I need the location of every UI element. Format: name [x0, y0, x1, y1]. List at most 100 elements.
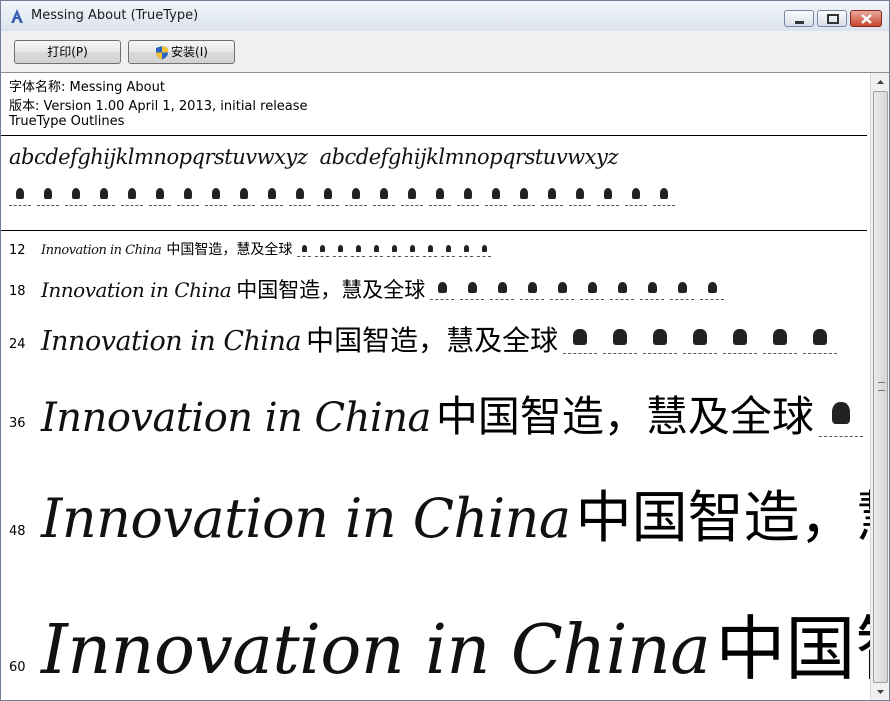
glyph-image: [569, 185, 591, 206]
glyph-image: [653, 185, 675, 206]
sample-size-18: Innovation in China 中国智造，慧及全球: [41, 274, 730, 304]
sample-size-48: Innovation in China 中国智造，慧及全球: [41, 473, 870, 554]
glyph-image: [205, 185, 227, 206]
glyph-image: [723, 325, 758, 354]
glyph-image: [563, 325, 598, 354]
minimize-button[interactable]: [784, 10, 814, 27]
alphabet-lowercase: abcdefghijklmnopqrstuvwxyz: [9, 145, 308, 169]
glyph-image: [369, 243, 384, 257]
window-title: Messing About (TrueType): [31, 8, 199, 23]
scroll-down-button[interactable]: [872, 683, 889, 700]
sample-latin: Innovation in China: [41, 278, 232, 302]
glyph-image: [803, 325, 838, 354]
size-label-18: 18: [9, 284, 26, 299]
install-button-label: 安装(I): [171, 45, 208, 59]
size-label-60: 60: [9, 660, 26, 675]
glyph-image: [819, 396, 864, 437]
glyph-image: [541, 185, 563, 206]
print-button-label: 打印(P): [47, 45, 88, 59]
glyph-image: [9, 185, 31, 206]
glyph-image: [37, 185, 59, 206]
glyph-image: [297, 243, 312, 257]
glyph-image: [177, 185, 199, 206]
sample-latin: Innovation in China: [41, 243, 162, 258]
glyph-image: [513, 185, 535, 206]
glyph-row: [819, 402, 869, 441]
print-button[interactable]: 打印(P): [14, 40, 121, 64]
glyph-row: [297, 242, 495, 261]
sample-size-36: Innovation in China 中国智造，慧及全球: [41, 383, 869, 444]
glyph-image: [520, 279, 545, 300]
glyph-image: [485, 185, 507, 206]
app-font-icon: [11, 9, 23, 23]
glyph-image: [121, 185, 143, 206]
glyph-image: [261, 185, 283, 206]
glyph-image: [490, 279, 515, 300]
size-label-24: 24: [9, 337, 26, 352]
sample-latin: Innovation in China: [41, 611, 711, 690]
glyph-image: [65, 185, 87, 206]
sample-cjk: 中国智造，慧及全球: [575, 486, 870, 551]
glyph-image: [550, 279, 575, 300]
alphabet-uppercase: abcdefghijklmnopqrstuvwxyz: [319, 145, 619, 169]
sample-cjk: 中国智造，慧及全球: [435, 392, 814, 441]
glyph-image: [597, 185, 619, 206]
glyph-image: [625, 185, 647, 206]
glyph-image: [429, 185, 451, 206]
font-outline-type: TrueType Outlines: [9, 114, 125, 129]
sample-cjk: 中国智造，慧及全球: [715, 608, 870, 690]
sample-latin: Innovation in China: [41, 395, 431, 441]
sample-cjk: 中国智造，慧及全球: [306, 324, 559, 357]
glyph-image: [333, 243, 348, 257]
toolbar: 打印(P) 安装(I): [1, 31, 889, 73]
glyph-image: [441, 243, 456, 257]
font-name: 字体名称: Messing About: [9, 80, 165, 95]
glyph-image: [233, 185, 255, 206]
glyph-image: [387, 243, 402, 257]
title-bar[interactable]: Messing About (TrueType): [1, 1, 889, 32]
sample-latin: Innovation in China: [41, 326, 302, 357]
glyph-image: [683, 325, 718, 354]
glyph-image: [351, 243, 366, 257]
close-button[interactable]: [850, 10, 882, 27]
scroll-down-icon: [877, 690, 884, 694]
glyph-image: [580, 279, 605, 300]
glyph-image: [317, 185, 339, 206]
scroll-up-button[interactable]: [872, 73, 889, 90]
font-preview-area: 字体名称: Messing About 版本: Version 1.00 Apr…: [1, 73, 870, 700]
minimize-icon: [795, 21, 804, 24]
uac-shield-icon: [156, 46, 169, 60]
glyph-row: [563, 329, 843, 358]
scroll-thumb[interactable]: [873, 91, 888, 683]
glyph-image: [345, 185, 367, 206]
glyph-image: [149, 185, 171, 206]
glyph-row: [430, 282, 730, 304]
install-button[interactable]: 安装(I): [128, 40, 235, 64]
glyph-image: [610, 279, 635, 300]
glyph-image: [289, 185, 311, 206]
glyph-image: [423, 243, 438, 257]
maximize-button[interactable]: [817, 10, 847, 27]
vertical-scrollbar[interactable]: [870, 73, 889, 700]
glyph-image: [640, 279, 665, 300]
glyph-image: [405, 243, 420, 257]
glyph-image: [457, 185, 479, 206]
glyph-image: [477, 243, 492, 257]
scroll-grip: [878, 382, 885, 391]
sample-cjk: 中国智造，慧及全球: [236, 278, 426, 302]
font-viewer-window: Messing About (TrueType) 打印(P) 安装(I) 字体名…: [0, 0, 890, 701]
glyph-image: [401, 185, 423, 206]
glyph-image: [430, 279, 455, 300]
size-label-48: 48: [9, 524, 26, 539]
glyph-image: [315, 243, 330, 257]
maximize-icon: [827, 14, 839, 24]
sample-size-12: Innovation in China 中国智造，慧及全球: [41, 239, 495, 259]
sample-cjk: 中国智造，慧及全球: [166, 242, 293, 258]
close-icon: [861, 14, 872, 24]
sample-latin: Innovation in China: [41, 487, 571, 550]
glyph-image: [700, 279, 725, 300]
scroll-up-icon: [877, 80, 884, 84]
glyph-image: [460, 279, 485, 300]
glyph-image: [603, 325, 638, 354]
size-label-36: 36: [9, 416, 26, 431]
